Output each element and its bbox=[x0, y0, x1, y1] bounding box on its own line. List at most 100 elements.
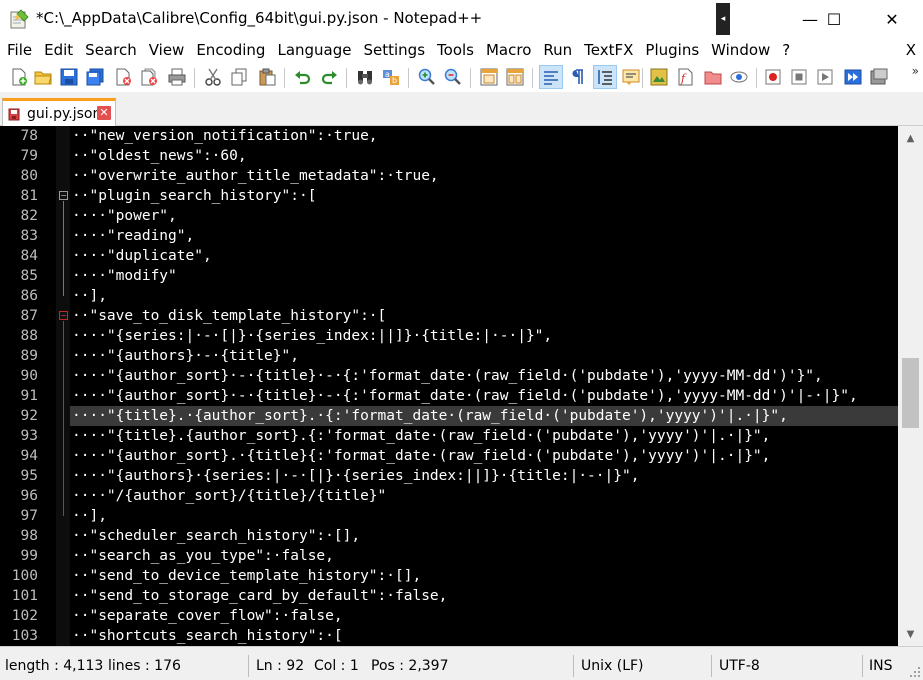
save-macro-icon[interactable] bbox=[868, 66, 890, 88]
code-line[interactable]: ··"oldest_news":·60, bbox=[70, 146, 898, 166]
code-area[interactable]: ··"new_version_notification":·true, ··"ol… bbox=[70, 126, 898, 646]
menu-plugins[interactable]: Plugins bbox=[638, 38, 704, 62]
tab-close-button[interactable]: ✕ bbox=[97, 106, 111, 120]
line-number: 87 bbox=[20, 308, 38, 324]
menu-search[interactable]: Search bbox=[78, 38, 142, 62]
vertical-scrollbar[interactable]: ▲ ▼ bbox=[898, 126, 923, 646]
monitor-icon[interactable] bbox=[728, 66, 750, 88]
line-number: 92 bbox=[20, 408, 38, 424]
code-line[interactable]: ··], bbox=[70, 286, 898, 306]
print-icon[interactable] bbox=[166, 66, 188, 88]
toolbar-overflow-button[interactable]: » bbox=[912, 64, 919, 78]
close-all-icon[interactable] bbox=[138, 66, 160, 88]
new-file-icon[interactable] bbox=[8, 66, 30, 88]
maximize-button[interactable]: ☐ bbox=[811, 0, 857, 38]
code-line[interactable]: ··"send_to_device_template_history":·[], bbox=[70, 566, 898, 586]
scroll-down-arrow-icon[interactable]: ▼ bbox=[898, 624, 923, 644]
save-all-icon[interactable] bbox=[84, 66, 106, 88]
stop-macro-icon[interactable] bbox=[788, 66, 810, 88]
code-line[interactable]: ··"overwrite_author_title_metadata":·tru… bbox=[70, 166, 898, 186]
menu-macro[interactable]: Macro bbox=[479, 38, 536, 62]
save-icon[interactable] bbox=[58, 66, 80, 88]
scroll-up-arrow-icon[interactable]: ▲ bbox=[898, 128, 923, 148]
zoom-in-icon[interactable] bbox=[416, 66, 438, 88]
code-line[interactable]: ··"search_as_you_type":·false, bbox=[70, 546, 898, 566]
udl-icon[interactable] bbox=[620, 66, 642, 88]
code-line[interactable]: ····"reading", bbox=[70, 226, 898, 246]
menu-settings[interactable]: Settings bbox=[357, 38, 431, 62]
code-line[interactable]: ··"scheduler_search_history":·[], bbox=[70, 526, 898, 546]
code-line[interactable]: ····"{series:|·-·[|}·{series_index:||]}·… bbox=[70, 326, 898, 346]
code-line[interactable]: ····"modify" bbox=[70, 266, 898, 286]
sync-vertical-icon[interactable] bbox=[478, 66, 500, 88]
code-line[interactable]: ····"duplicate", bbox=[70, 246, 898, 266]
tab-gui-py-json[interactable]: gui.py.json ✕ bbox=[2, 98, 116, 126]
open-folder-icon[interactable] bbox=[32, 66, 54, 88]
fold-toggle-icon[interactable]: − bbox=[59, 191, 68, 200]
run-macro-multiple-icon[interactable] bbox=[842, 66, 864, 88]
folder-workspace-icon[interactable] bbox=[702, 66, 724, 88]
code-line[interactable]: ··"plugin_search_history":·[ bbox=[70, 186, 898, 206]
code-line[interactable]: ····"{authors}·{series:|·-·[|}·{series_i… bbox=[70, 466, 898, 486]
undo-icon[interactable] bbox=[292, 66, 314, 88]
scroll-thumb[interactable] bbox=[902, 358, 919, 428]
line-number-gutter: 78 79 80 81 82 83 84 85 86 87 88 89 90 91 92 93 94 95 96 97… bbox=[0, 126, 56, 646]
paste-icon[interactable] bbox=[256, 66, 278, 88]
sync-horizontal-icon[interactable] bbox=[504, 66, 526, 88]
fold-toggle-icon[interactable]: − bbox=[59, 311, 68, 320]
code-line-text: ····"{authors}·-·{title}", bbox=[72, 348, 299, 364]
indent-guide-icon[interactable] bbox=[593, 65, 617, 89]
menu-view[interactable]: View bbox=[142, 38, 190, 62]
code-line[interactable]: ··"new_version_notification":·true, bbox=[70, 126, 898, 146]
toolbar-separator bbox=[532, 68, 533, 88]
line-number: 95 bbox=[20, 468, 38, 484]
zoom-out-icon[interactable] bbox=[442, 66, 464, 88]
code-line[interactable]: ····"{authors}·-·{title}", bbox=[70, 346, 898, 366]
editor[interactable]: 78 79 80 81 82 83 84 85 86 87 88 89 90 91 92 93 94 95 96 97… bbox=[0, 126, 898, 646]
word-wrap-icon[interactable] bbox=[539, 65, 563, 89]
code-line[interactable]: ··], bbox=[70, 506, 898, 526]
replace-icon[interactable]: ab bbox=[380, 66, 402, 88]
close-file-icon[interactable] bbox=[112, 66, 134, 88]
show-all-chars-icon[interactable] bbox=[566, 66, 588, 88]
menu-textfx[interactable]: TextFX bbox=[577, 38, 638, 62]
resize-grip-icon[interactable] bbox=[909, 666, 921, 678]
play-macro-icon[interactable] bbox=[814, 66, 836, 88]
code-line[interactable]: ····"/{author_sort}/{title}/{title}" bbox=[70, 486, 898, 506]
menu-help[interactable]: ? bbox=[775, 38, 795, 62]
code-line[interactable]: ····"{title}.{author_sort}.{:'format_dat… bbox=[70, 426, 898, 446]
code-line[interactable]: ··"separate_cover_flow":·false, bbox=[70, 606, 898, 626]
find-icon[interactable] bbox=[354, 66, 376, 88]
code-line[interactable]: ····"{author_sort}·-·{title}·-·{:'format… bbox=[70, 366, 898, 386]
code-line[interactable]: ··"send_to_storage_card_by_default":·fal… bbox=[70, 586, 898, 606]
code-line[interactable]: ····"{author_sort}.·{title}{:'format_dat… bbox=[70, 446, 898, 466]
menu-tools[interactable]: Tools bbox=[430, 38, 479, 62]
menu-encoding[interactable]: Encoding bbox=[189, 38, 270, 62]
menu-window[interactable]: Window bbox=[704, 38, 775, 62]
code-line[interactable]: ····"{author_sort}·-·{title}·-·{:'format… bbox=[70, 386, 898, 406]
menu-file[interactable]: File bbox=[0, 38, 37, 62]
close-window-button[interactable]: ✕ bbox=[869, 0, 915, 38]
redo-icon[interactable] bbox=[318, 66, 340, 88]
status-insert-mode[interactable]: INS bbox=[869, 647, 893, 680]
line-number: 97 bbox=[20, 508, 38, 524]
code-line-text: ····"duplicate", bbox=[72, 248, 212, 264]
menu-run[interactable]: Run bbox=[536, 38, 577, 62]
pin-button[interactable]: ◂ bbox=[716, 3, 730, 35]
close-document-button[interactable]: X bbox=[906, 38, 916, 62]
line-number: 80 bbox=[20, 168, 38, 184]
code-line[interactable]: ··"save_to_disk_template_history":·[ bbox=[70, 306, 898, 326]
code-line[interactable]: ··"shortcuts_search_history":·[ bbox=[70, 626, 898, 646]
code-line[interactable]: ····"power", bbox=[70, 206, 898, 226]
status-eol-format[interactable]: Unix (LF) bbox=[581, 647, 644, 680]
menu-edit[interactable]: Edit bbox=[37, 38, 78, 62]
cut-icon[interactable] bbox=[202, 66, 224, 88]
copy-icon[interactable] bbox=[228, 66, 250, 88]
doc-map-icon[interactable] bbox=[648, 66, 670, 88]
code-line[interactable]: ····"{title}.·{author_sort}.·{:'format_d… bbox=[70, 406, 898, 426]
function-list-icon[interactable]: f bbox=[674, 66, 696, 88]
record-macro-icon[interactable] bbox=[762, 66, 784, 88]
menu-language[interactable]: Language bbox=[270, 38, 356, 62]
status-encoding[interactable]: UTF-8 bbox=[719, 647, 760, 680]
fold-range-line bbox=[63, 321, 64, 516]
